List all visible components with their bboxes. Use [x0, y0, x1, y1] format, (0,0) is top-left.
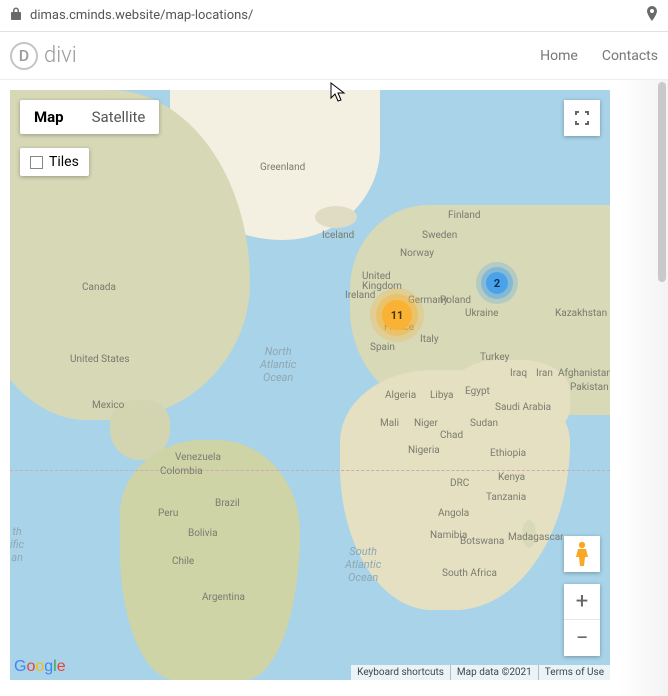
- country-label: DRC: [450, 478, 469, 489]
- country-label: Sudan: [470, 418, 498, 429]
- logo-icon: D: [10, 42, 38, 70]
- country-label: Angola: [438, 508, 469, 519]
- country-label: Colombia: [160, 466, 203, 477]
- nav-home[interactable]: Home: [540, 48, 578, 64]
- country-label: Algeria: [385, 390, 416, 401]
- country-label: Saudi Arabia: [495, 402, 551, 413]
- ocean-label: North Atlantic Ocean: [260, 345, 296, 385]
- google-map[interactable]: North Atlantic Ocean South Atlantic Ocea…: [10, 90, 610, 680]
- site-logo[interactable]: D divi: [10, 42, 77, 70]
- country-label: Peru: [158, 508, 178, 519]
- tiles-label: Tiles: [49, 154, 79, 170]
- country-label: Mexico: [92, 400, 124, 411]
- keyboard-shortcuts-link[interactable]: Keyboard shortcuts: [351, 665, 450, 680]
- bookmark-pin-icon[interactable]: [646, 6, 658, 26]
- landmass: [120, 440, 300, 680]
- country-label: Niger: [414, 418, 438, 429]
- map-type-control: Map Satellite: [20, 100, 159, 134]
- terms-link[interactable]: Terms of Use: [538, 665, 610, 680]
- pegman-icon: [572, 541, 592, 567]
- site-header: D divi Home Contacts: [0, 32, 668, 80]
- country-label: Poland: [440, 295, 471, 306]
- country-label: Chad: [440, 430, 463, 441]
- fullscreen-button[interactable]: [564, 100, 600, 136]
- map-cluster-2[interactable]: 2: [486, 272, 508, 294]
- country-label: Libya: [430, 390, 453, 401]
- equator-line: [10, 470, 610, 471]
- map-type-map[interactable]: Map: [20, 100, 78, 134]
- ocean-label: th ific an: [10, 525, 24, 565]
- country-label: Nigeria: [408, 445, 440, 456]
- country-label: Turkey: [480, 352, 509, 363]
- google-logo[interactable]: Google: [14, 658, 66, 676]
- country-label: Afghanistan: [558, 368, 610, 379]
- country-label: Iceland: [322, 230, 354, 241]
- country-label: Chile: [172, 556, 194, 567]
- country-label: Spain: [370, 342, 395, 353]
- map-data-link[interactable]: Map data ©2021: [450, 665, 538, 680]
- map-type-satellite[interactable]: Satellite: [78, 100, 160, 134]
- country-label: Ukraine: [465, 308, 498, 319]
- page-url[interactable]: dimas.cminds.website/map-locations/: [30, 8, 646, 23]
- logo-text: divi: [44, 43, 77, 68]
- country-label: United Kingdom: [362, 272, 402, 292]
- country-label: Greenland: [260, 162, 305, 173]
- country-label: Botswana: [460, 536, 504, 547]
- country-label: Italy: [420, 334, 439, 345]
- country-label: Sweden: [422, 230, 457, 241]
- country-label: United States: [70, 354, 130, 365]
- zoom-in-button[interactable]: +: [564, 584, 600, 620]
- map-cluster-11[interactable]: 11: [382, 300, 412, 330]
- country-label: Iraq: [510, 368, 527, 379]
- country-label: Kenya: [498, 472, 525, 483]
- main-nav: Home Contacts: [540, 48, 658, 64]
- country-label: Norway: [400, 248, 434, 259]
- zoom-out-button[interactable]: −: [564, 620, 600, 656]
- browser-address-bar[interactable]: dimas.cminds.website/map-locations/: [0, 0, 668, 32]
- country-label: Mali: [380, 418, 399, 429]
- country-label: Argentina: [202, 592, 245, 603]
- checkbox-icon[interactable]: [30, 156, 43, 169]
- country-label: Finland: [448, 210, 481, 221]
- country-label: Canada: [82, 282, 116, 293]
- country-label: Ethiopia: [490, 448, 526, 459]
- tiles-toggle[interactable]: Tiles: [20, 148, 89, 176]
- country-label: South Africa: [442, 568, 497, 579]
- country-label: Madagascar: [508, 532, 564, 543]
- map-attribution: Keyboard shortcuts Map data ©2021 Terms …: [351, 665, 610, 680]
- lock-icon: [10, 7, 22, 25]
- ocean-label: South Atlantic Ocean: [345, 545, 381, 585]
- country-label: Tanzania: [486, 492, 526, 503]
- street-view-pegman[interactable]: [564, 536, 600, 572]
- landmass: [315, 206, 357, 228]
- country-label: Venezuela: [175, 452, 221, 463]
- country-label: Ireland: [345, 290, 375, 301]
- country-label: Egypt: [465, 386, 490, 397]
- nav-contacts[interactable]: Contacts: [602, 48, 658, 64]
- scrollbar-thumb[interactable]: [658, 82, 666, 282]
- fullscreen-icon: [574, 110, 590, 126]
- country-label: Pakistan: [570, 382, 609, 393]
- zoom-control: + −: [564, 584, 600, 656]
- country-label: Iran: [536, 368, 553, 379]
- country-label: Brazil: [215, 498, 240, 509]
- country-label: Bolivia: [188, 528, 218, 539]
- country-label: Kazakhstan: [555, 308, 607, 319]
